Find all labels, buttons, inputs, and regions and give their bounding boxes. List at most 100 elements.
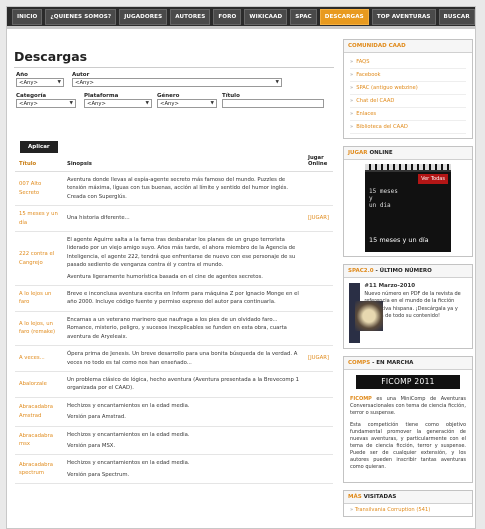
categoria-select[interactable]: <Any> ▼ [16,99,76,108]
sidebar: COMUNIDAD CAAD FAQSFacebookSPAC (antiguo… [343,39,473,528]
spac-box: SPAC2.0 - ÚLTIMO NÚMERO #11 Marzo-2010 N… [343,264,473,349]
nav-item[interactable]: JUGADORES [119,8,168,25]
spac-cover-image[interactable] [349,283,385,343]
game-title-link[interactable]: A lo lejos un faro [15,285,63,312]
visitadas-title-b: VISITADAS [361,494,397,500]
game-title-link[interactable]: Abalorzale [15,371,63,398]
play-online-link[interactable]: [JUGAR] [304,205,333,233]
spac-title-a: SPAC2.0 [348,268,374,274]
nav-item[interactable]: AUTORES [170,8,211,25]
nav-item[interactable]: FORO [213,8,242,25]
genero-select-value: <Any> [160,100,179,107]
synopsis-cell: Hechizos y encantamientos en la edad med… [63,397,305,427]
jugar-title-a: JUGAR [348,150,368,156]
game-title-link[interactable]: 15 meses y un día [15,205,63,233]
game-title-link[interactable]: Abracadabra Amstrad [15,397,63,427]
ver-todas-badge[interactable]: Ver Todas [418,174,448,184]
nav-item[interactable]: BUSCAR [438,8,475,25]
spac-issue: #11 Marzo-2010 [364,283,416,289]
chevron-down-icon: ▼ [275,80,279,85]
comunidad-links: FAQSFacebookSPAC (antiguo webzine)Chat d… [344,53,472,138]
spac-title-b: - ÚLTIMO NÚMERO [373,268,432,274]
most-visited-link[interactable]: Transilvania Corruption (541) [344,504,472,516]
game-preview-image[interactable]: Ver Todas 15 meses y un dia 15 meses y u… [365,164,451,252]
play-online-link[interactable]: [JUGAR] [304,345,333,372]
comunidad-title: COMUNIDAD CAAD [344,40,472,53]
autor-select[interactable]: <Any> ▼ [72,78,282,87]
game-title-link[interactable]: A veces... [15,345,63,372]
table-row: Abracadabra spectrum Hechizos y encantami… [15,454,333,485]
visitadas-box: MÁS VISITADAS Transilvania Corruption (5… [343,490,473,517]
play-online-link [304,397,333,427]
table-row: 222 contra el Cangrejo El agente Aguirre … [15,231,333,287]
nav-item[interactable]: DESCARGAS [319,8,369,25]
sidebar-link[interactable]: Facebook [350,69,466,82]
synopsis-paragraph: Hechizos y encantamientos en la edad med… [67,460,190,467]
sidebar-link[interactable]: FAQS [350,56,466,69]
play-online-link [304,285,333,312]
page-title: Descargas [14,49,334,68]
table-row: A lo lejos un faro Breve e inconclusa ave… [15,285,333,312]
comps-title-a: COMPS [348,360,371,366]
spac-title: SPAC2.0 - ÚLTIMO NÚMERO [344,265,472,278]
apply-button[interactable]: Aplicar [20,141,58,153]
synopsis-paragraph: Una historia diferente... [67,215,130,222]
play-column-header: Jugar Online [304,153,333,172]
play-online-link [304,454,333,485]
nav-item[interactable]: ¿QUIENES SOMOS? [45,8,117,25]
comps-title: COMPS - EN MARCHA [344,357,472,370]
sidebar-link[interactable]: Biblioteca del CAAD [350,121,466,134]
sidebar-link[interactable]: Chat del CAAD [350,95,466,108]
nav-item[interactable]: WIKICAAD [244,8,288,25]
synopsis-paragraph: El agente Aguirre salta a la fama tras d… [67,237,296,269]
synopsis-cell: Hechizos y encantamientos en la edad med… [63,426,305,456]
play-online-link [304,311,333,347]
synopsis-column-header: Sinopsis [63,153,305,172]
synopsis-paragraph: Ópera prima de Jenesis. Un breve desarro… [67,351,298,366]
visitadas-list: Transilvania Corruption (541) [344,504,472,516]
synopsis-paragraph: Aventura donde llevas al espía-agente se… [67,177,289,200]
plataforma-select-value: <Any> [87,100,106,107]
ficomp-p2: Esta competición tiene como objetivo fun… [350,422,466,470]
synopsis-cell: Ópera prima de Jenesis. Un breve desarro… [63,345,305,372]
synopsis-cell: Encarnas a un veterano marinero que nauf… [63,311,305,347]
game-title-link[interactable]: 222 contra el Cangrejo [15,231,63,287]
visitadas-title: MÁS VISITADAS [344,491,472,504]
comps-box: COMPS - EN MARCHA FICOMP 2011 FICOMP es … [343,356,473,483]
categoria-select-value: <Any> [19,100,38,107]
titulo-input[interactable] [222,99,324,108]
nav-item[interactable]: SPAC [290,8,317,25]
ficomp-bold[interactable]: FICOMP [350,396,372,402]
synopsis-cell: Hechizos y encantamientos en la edad med… [63,454,305,485]
plataforma-select[interactable]: <Any> ▼ [84,99,152,108]
synopsis-paragraph: Encarnas a un veterano marinero que nauf… [67,316,287,340]
genero-select[interactable]: <Any> ▼ [157,99,217,108]
sidebar-link[interactable]: Enlaces [350,108,466,121]
image-caption: 15 meses y un día [369,236,429,244]
game-title-link[interactable]: A lo lejos, un faro (remake) [15,311,63,347]
play-online-link [304,426,333,456]
synopsis-cell: Aventura donde llevas al espía-agente se… [63,171,305,207]
synopsis-cell: Breve e inconclusa aventura escrita en I… [63,285,305,312]
synopsis-cell: Un problema clásico de lógica, hecho ave… [63,371,305,398]
nav-item[interactable]: TOP AVENTURAS [371,8,436,25]
nav-item[interactable]: INICIO [12,8,43,25]
synopsis-paragraph: Aventura ligeramente humorística basada … [67,273,263,280]
game-title-link[interactable]: 007 Alto Secreto [15,171,63,207]
jugar-title-b: ONLINE [367,150,393,156]
downloads-table: Título Sinopsis Jugar Online 007 Alto Se… [15,153,333,485]
game-title-link[interactable]: Abracadabra msx [15,426,63,456]
image-code-text: 15 meses y un dia [369,188,398,209]
visitadas-title-a: MÁS [348,494,362,500]
ficomp-banner[interactable]: FICOMP 2011 [356,375,460,389]
table-row: Abalorzale Un problema clásico de lógica,… [15,371,333,398]
sidebar-link[interactable]: SPAC (antiguo webzine) [350,82,466,95]
title-column-header[interactable]: Título [15,153,63,172]
synopsis-cell: El agente Aguirre salta a la fama tras d… [63,231,305,287]
table-row: Abracadabra Amstrad Hechizos y encantamie… [15,397,333,427]
play-online-link [304,231,333,287]
game-title-link[interactable]: Abracadabra spectrum [15,454,63,485]
anio-select[interactable]: <Any> ▼ [16,78,64,87]
table-body: 007 Alto Secreto Aventura donde llevas al… [15,171,333,485]
chevron-down-icon: ▼ [69,101,73,106]
